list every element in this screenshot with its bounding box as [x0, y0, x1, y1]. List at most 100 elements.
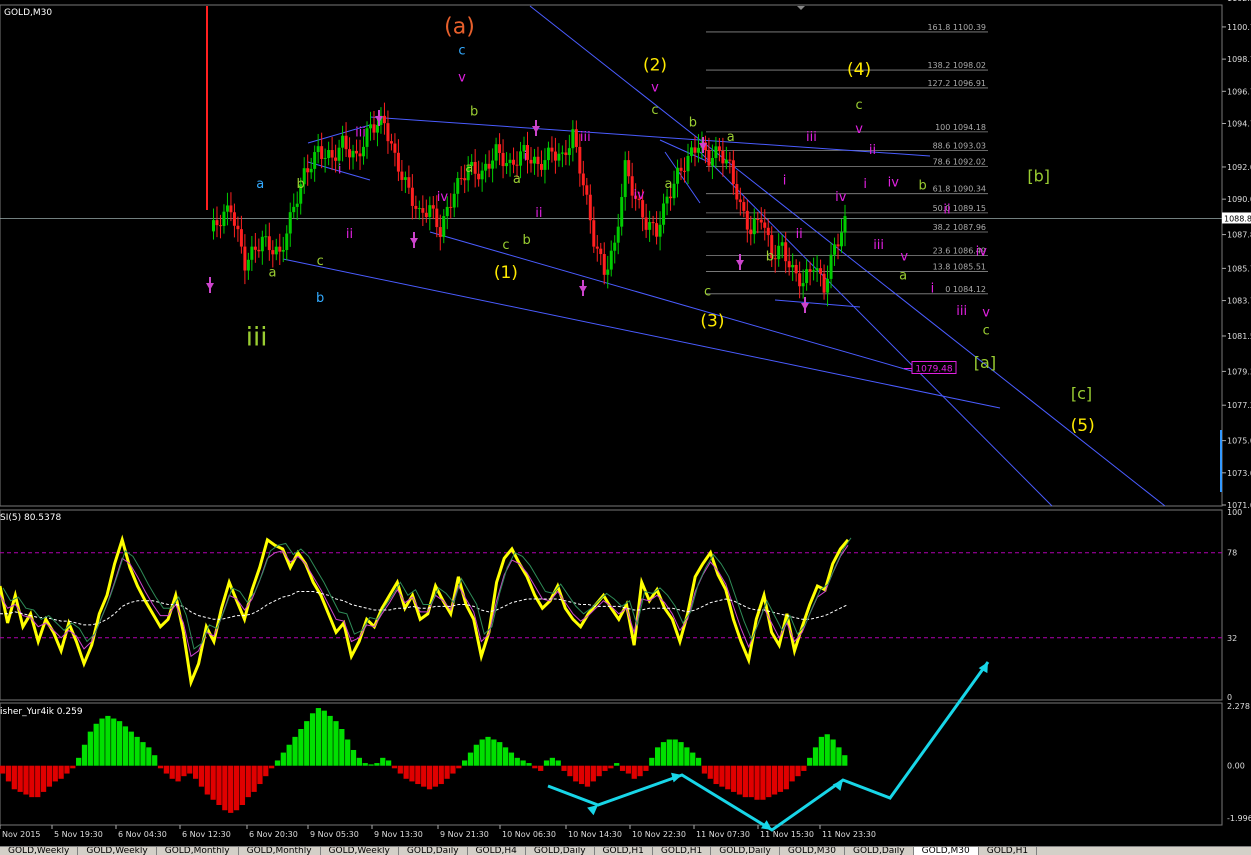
wave-label: a: [664, 177, 672, 192]
fisher-bar: [5, 765, 12, 782]
fisher-bar: [321, 710, 327, 766]
fisher-bar: [409, 765, 415, 782]
candle-body: [749, 229, 753, 235]
wave-label: i: [863, 177, 867, 192]
candle-body: [738, 199, 742, 203]
fisher-bar: [795, 765, 801, 777]
wave-label: iii: [246, 323, 268, 353]
candle-body: [487, 163, 491, 169]
candle-body: [599, 248, 603, 255]
wave-label: a: [269, 265, 277, 280]
fisher-bar: [274, 760, 281, 766]
time-axis-label: 11 Nov 07:30: [696, 830, 750, 839]
wave-label: iv: [976, 245, 988, 260]
candle-body: [592, 220, 596, 247]
candle-body: [819, 268, 823, 274]
wave-label: b: [689, 116, 697, 131]
time-axis-label: Nov 2015: [2, 830, 41, 839]
candle-body: [752, 218, 756, 235]
candle-body: [459, 178, 463, 180]
fisher-bar: [543, 760, 550, 766]
candle-body: [822, 273, 826, 293]
fisher-bar: [526, 763, 532, 766]
candle-body: [679, 167, 683, 171]
fisher-bar: [58, 765, 64, 779]
fib-level-label: 61.8 1090.34: [933, 185, 986, 194]
wave-label: b: [918, 179, 926, 194]
chart-canvas[interactable]: GOLD,M30 SI(5) 80.5378 isher_Yur4ik 0.25…: [0, 0, 1251, 846]
fib-level-label: 50.0 1089.15: [933, 204, 986, 213]
fisher-bar: [444, 765, 450, 779]
fisher-bar: [760, 765, 766, 800]
candle-body: [567, 148, 571, 156]
fisher-bar: [122, 726, 129, 766]
fisher-bar: [672, 739, 678, 766]
price-axis-label: 1073.0: [1227, 469, 1251, 478]
candle-body: [571, 129, 575, 149]
candle-body: [574, 129, 578, 147]
candle-body: [578, 146, 582, 174]
candle-body: [602, 254, 606, 275]
candle-body: [620, 197, 624, 227]
fisher-bar: [269, 765, 275, 769]
wave-label: iii: [580, 130, 591, 145]
candle-body: [295, 203, 299, 207]
candle-body: [529, 159, 533, 164]
candle-body: [613, 242, 617, 251]
candle-body: [264, 236, 268, 238]
fisher-bar: [801, 765, 807, 771]
fisher-bar: [105, 715, 111, 766]
fisher-bar: [116, 721, 123, 766]
wave-label: (3): [700, 311, 724, 331]
fisher-bar: [210, 765, 216, 800]
fisher-bar: [350, 749, 357, 766]
fisher-bar: [725, 765, 731, 790]
candle-body: [812, 270, 816, 272]
candle-body: [714, 146, 718, 158]
candle-body: [787, 261, 791, 268]
candle-body: [815, 268, 819, 271]
time-axis-label: 6 Nov 04:30: [118, 830, 167, 839]
candle-body: [581, 173, 585, 186]
fisher-bar: [497, 742, 503, 766]
fisher-bar: [842, 755, 848, 766]
fisher-bar: [111, 718, 117, 766]
candle-body: [320, 146, 324, 159]
fisher-bar: [233, 765, 240, 811]
fisher-bar: [625, 765, 632, 774]
candle-body: [445, 206, 449, 217]
candle-body: [519, 151, 523, 166]
price-axis-label: 1087.8: [1227, 231, 1251, 240]
fib-level-label: 0 1084.12: [945, 285, 986, 294]
fisher-bar: [391, 765, 398, 769]
fisher-bar: [508, 752, 515, 766]
time-axis-label: 11 Nov 23:30: [822, 830, 876, 839]
wave-label: b: [523, 233, 531, 248]
candle-body: [505, 163, 509, 167]
fisher-bar: [239, 765, 246, 806]
wave-label: a: [465, 161, 473, 176]
fisher-title: isher_Yur4ik 0.259: [0, 707, 83, 717]
fisher-bar: [93, 723, 99, 766]
fisher-bar: [690, 752, 696, 766]
candle-body: [351, 150, 355, 158]
candle-body: [271, 250, 275, 255]
candle-body: [288, 212, 292, 234]
candle-body: [721, 150, 725, 164]
candle-body: [543, 160, 547, 170]
candle-body: [306, 168, 310, 173]
fisher-bar: [701, 765, 708, 774]
candle-body: [452, 193, 456, 208]
wave-label: c: [458, 43, 465, 58]
candle-body: [337, 147, 341, 161]
fisher-bar: [169, 765, 175, 779]
wave-label: [a]: [974, 353, 996, 372]
fisher-bar: [17, 765, 23, 792]
candle-body: [484, 163, 488, 171]
candle-body: [826, 278, 830, 293]
candle-body: [278, 246, 282, 252]
candle-body: [222, 211, 226, 226]
candle-body: [348, 149, 352, 158]
candle-body: [281, 250, 285, 252]
candle-body: [316, 146, 320, 153]
